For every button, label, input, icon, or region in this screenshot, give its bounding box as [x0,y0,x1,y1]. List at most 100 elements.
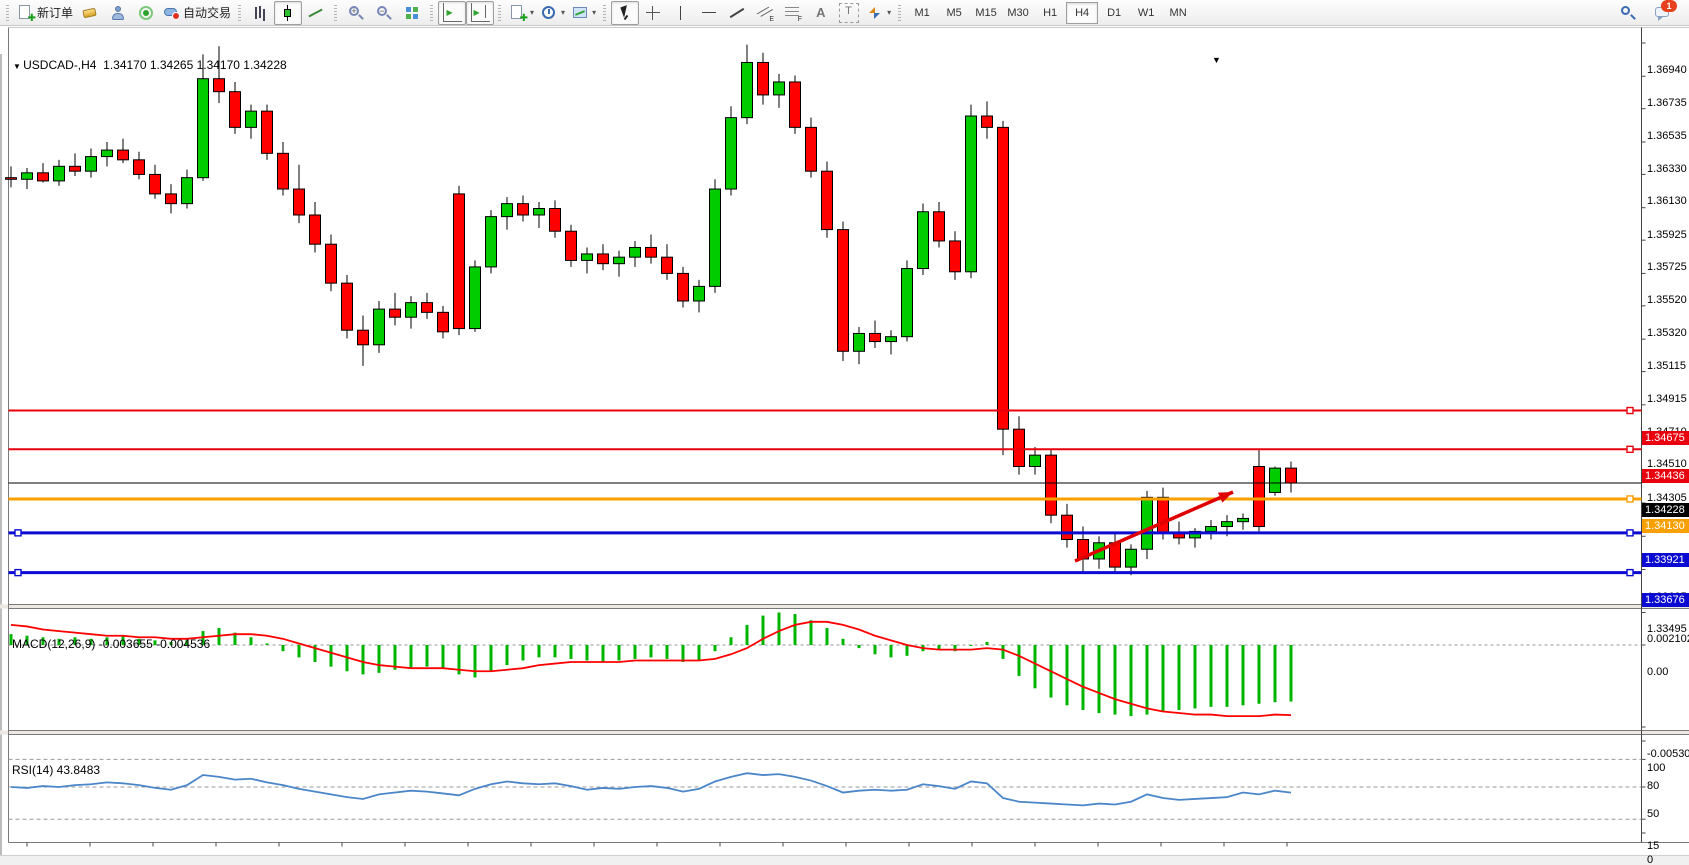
trendline-button[interactable] [723,1,751,25]
candle [1126,544,1137,575]
rsi-line [11,773,1291,805]
bar-chart-icon [251,4,269,22]
rsi-layer [9,759,1642,819]
search-icon [1618,4,1636,22]
dropdown-caret-icon[interactable]: ▾ [530,8,534,17]
templates-button[interactable]: ▾ [568,1,599,25]
chart-symbol-header[interactable]: ▼ USDCAD-,H4 1.34170 1.34265 1.34170 1.3… [13,58,287,72]
candle [38,163,49,182]
candlestick-mode-button[interactable] [274,1,302,25]
candle [1142,491,1153,559]
clock-icon [540,4,558,22]
candle [326,234,337,291]
candle [374,301,385,353]
autotrade-button[interactable]: 自动交易 [160,1,234,25]
price-tag: 1.34675 [1642,431,1689,445]
chart-window[interactable]: ▼ USDCAD-,H4 1.34170 1.34265 1.34170 1.3… [0,27,1689,855]
chart-shift-marker[interactable]: ▼ [1212,55,1221,65]
horizontal-line-button[interactable] [695,1,723,25]
candle [966,105,977,279]
candle [790,75,801,133]
candle [886,330,897,354]
timeframe-w1-button[interactable]: W1 [1130,2,1162,24]
new-order-button[interactable]: 新订单 [14,1,76,25]
candle [470,260,481,331]
zoom-in-button[interactable] [342,1,370,25]
line-chart-mode-button[interactable] [302,1,330,25]
candle [422,293,433,319]
cursor-button[interactable] [611,1,639,25]
notification-badge: 1 [1661,0,1677,12]
line-handle [15,530,21,536]
dropdown-caret-icon[interactable]: ▾ [887,8,891,17]
dropdown-caret-icon[interactable]: ▾ [561,8,565,17]
bar-chart-mode-button[interactable] [246,1,274,25]
chart-canvas[interactable] [0,27,1689,865]
tile-windows-icon [403,4,421,22]
equidistant-channel-button[interactable] [751,1,779,25]
candle [342,275,353,338]
hline-icon [700,4,718,22]
candle [630,241,641,267]
symbol-dropdown-icon[interactable]: ▼ [13,62,23,71]
rsi-indicator-label: RSI(14) 43.8483 [12,763,100,777]
timeframe-h4-button[interactable]: H4 [1066,2,1098,24]
zoom-out-icon [375,4,393,22]
rsi-axis-label: 15 [1647,840,1659,852]
price-tag: 1.34436 [1642,469,1689,483]
candle [486,210,497,273]
candle [70,153,81,176]
timeframe-m15-button[interactable]: M15 [970,2,1002,24]
signals-button[interactable] [132,1,160,25]
candle [758,53,769,105]
candle [902,260,913,341]
axis-ticks [27,43,1646,847]
dropdown-caret-icon[interactable]: ▾ [592,8,596,17]
periods-button[interactable]: ▾ [537,1,568,25]
price-axis-label: 1.36330 [1647,163,1687,175]
vertical-line-button[interactable] [667,1,695,25]
timeframe-m5-button[interactable]: M5 [938,2,970,24]
toolbar-grip [238,5,241,21]
rsi-axis-label: 0 [1647,854,1653,865]
price-tag: 1.34228 [1642,503,1689,517]
timeframe-d1-button[interactable]: D1 [1098,2,1130,24]
search-button[interactable] [1613,1,1641,25]
toolbox-button[interactable] [76,1,104,25]
arrows-button[interactable]: ▾ [863,1,894,25]
market-profile-button[interactable] [104,1,132,25]
candle [550,200,561,237]
vline-icon [672,4,690,22]
trendline-icon [728,4,746,22]
new-order-icon [17,4,35,22]
candle [502,197,513,229]
toolbar-grip [334,5,337,21]
candle [822,161,833,237]
notifications-button[interactable]: 1 [1649,1,1677,25]
rsi-axis-label: 50 [1647,808,1659,820]
crosshair-button[interactable] [639,1,667,25]
price-axis-label: 1.36535 [1647,130,1687,142]
tile-windows-button[interactable] [398,1,426,25]
candle [1254,450,1265,531]
zoom-out-button[interactable] [370,1,398,25]
trading-app-window: 新订单 自动交易 ▾ ▾ ▾ ▾ M1M5M15M30H1H4D1W1MN 1 ▼ USDCA… [0,0,1689,865]
line-handle [1627,570,1633,576]
rsi-axis-label: 80 [1647,780,1659,792]
indicators-button[interactable]: ▾ [506,1,537,25]
text-label-button[interactable] [835,1,863,25]
line-handle [1627,496,1633,502]
timeframe-m30-button[interactable]: M30 [1002,2,1034,24]
candle [870,320,881,348]
candle [742,45,753,125]
text-button[interactable] [807,1,835,25]
fibonacci-button[interactable] [779,1,807,25]
auto-scroll-button[interactable] [438,1,466,25]
candle [646,234,657,263]
timeframe-h1-button[interactable]: H1 [1034,2,1066,24]
chart-shift-button[interactable] [466,1,494,25]
timeframe-m1-button[interactable]: M1 [906,2,938,24]
toolbar-grip [898,5,901,21]
timeframe-mn-button[interactable]: MN [1162,2,1194,24]
toolbar-grip [498,5,501,21]
